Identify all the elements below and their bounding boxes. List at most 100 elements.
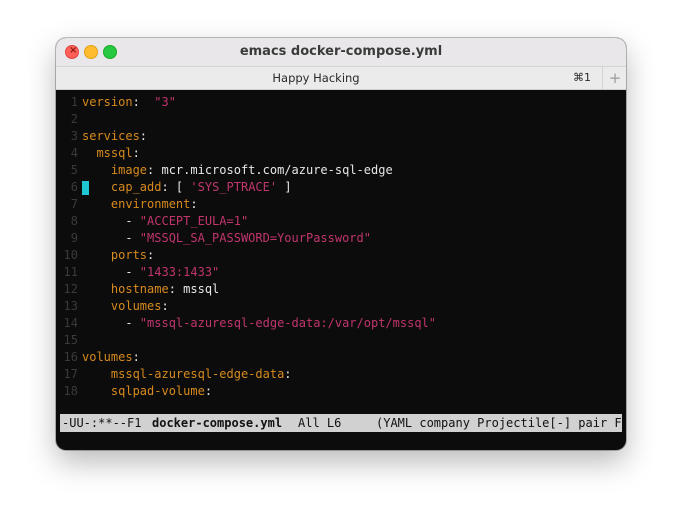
code-line[interactable]: 3 services:	[56, 128, 626, 145]
code-line[interactable]: 7 environment:	[56, 196, 626, 213]
line-number: 8	[70, 214, 78, 228]
code-line[interactable]: 17 mssql-azuresql-edge-data:	[56, 366, 626, 383]
code-line[interactable]: 5 image: mcr.microsoft.com/azure-sql-edg…	[56, 162, 626, 179]
yaml-text	[82, 163, 111, 177]
line-number: 12	[63, 282, 78, 296]
code-line[interactable]: 10 ports:	[56, 247, 626, 264]
yaml-text: :	[139, 129, 148, 143]
modeline-modes[interactable]: (YAML company Projectile[-] pair Fl	[376, 414, 622, 432]
line-number: 1	[70, 95, 78, 109]
yaml-key: cap_add	[110, 180, 162, 194]
code-line[interactable]: 13 volumes:	[56, 298, 626, 315]
code-line[interactable]: 12 hostname: mssql	[56, 281, 626, 298]
code-line[interactable]: 18 sqlpad-volume:	[56, 383, 626, 400]
code-line[interactable]: 2	[56, 111, 626, 128]
line-number: 2	[70, 112, 78, 126]
line-number: 11	[63, 265, 78, 279]
yaml-text	[82, 248, 111, 262]
modeline-buffer-name[interactable]: docker-compose.yml	[152, 414, 282, 432]
yaml-text	[82, 282, 111, 296]
code-text: services:	[82, 128, 147, 145]
yaml-string: "1433:1433"	[139, 265, 220, 279]
code-line[interactable]: 16 volumes:	[56, 349, 626, 366]
yaml-text: :	[161, 299, 169, 313]
tab-happy-hacking[interactable]: Happy Hacking	[56, 71, 576, 85]
line-number: 6	[70, 180, 78, 194]
yaml-string: 'SYS_PTRACE'	[190, 180, 278, 194]
line-number: 10	[63, 248, 78, 262]
code-text: environment:	[82, 196, 198, 213]
code-text: volumes:	[82, 349, 140, 366]
yaml-key: version	[82, 95, 133, 109]
line-number: 16	[63, 350, 78, 364]
yaml-text	[82, 180, 111, 194]
mode-line: -UU-:**--F1 docker-compose.yml All L6 (Y…	[60, 414, 622, 432]
modeline-position: All L6	[298, 416, 342, 430]
yaml-text: :	[204, 384, 213, 398]
yaml-text: : mcr.microsoft.com/azure-sql-edge	[147, 163, 393, 177]
code-text: - "ACCEPT_EULA=1"	[82, 213, 248, 230]
yaml-text: :	[190, 197, 198, 211]
yaml-key: image	[110, 163, 148, 177]
line-number: 3	[70, 129, 78, 143]
new-tab-button[interactable]: +	[602, 67, 626, 89]
code-line[interactable]: 1 version: "3"	[56, 94, 626, 111]
line-number: 17	[63, 367, 78, 381]
yaml-text: -	[82, 316, 140, 330]
code-line[interactable]: 8 - "ACCEPT_EULA=1"	[56, 213, 626, 230]
yaml-text: : mssql	[168, 282, 220, 296]
title-bar: × emacs docker-compose.yml	[56, 38, 626, 67]
code-line[interactable]: 14 - "mssql-azuresql-edge-data:/var/opt/…	[56, 315, 626, 332]
emacs-window: × emacs docker-compose.yml Happy Hacking…	[56, 38, 626, 450]
yaml-text	[82, 146, 96, 160]
yaml-string: "ACCEPT_EULA=1"	[139, 214, 249, 228]
code-text: - "1433:1433"	[82, 264, 219, 281]
yaml-text: ]	[277, 180, 292, 194]
yaml-text: :	[132, 95, 155, 109]
modeline-status: -UU-:**--F1	[62, 416, 142, 430]
code-text: mssql:	[82, 145, 140, 162]
yaml-text: -	[82, 231, 140, 245]
code-text: image: mcr.microsoft.com/azure-sql-edge	[82, 162, 393, 179]
line-number: 13	[63, 299, 78, 313]
yaml-key: mssql	[96, 146, 133, 160]
window-title: emacs docker-compose.yml	[239, 44, 443, 59]
yaml-text: : [	[161, 180, 191, 194]
code-text: cap_add: [ 'SYS_PTRACE' ]	[82, 179, 292, 196]
code-line[interactable]: 11 - "1433:1433"	[56, 264, 626, 281]
yaml-key: mssql-azuresql-edge-data	[110, 367, 285, 381]
code-line[interactable]: 4 mssql:	[56, 145, 626, 162]
yaml-key: hostname	[110, 282, 169, 296]
yaml-text: :	[132, 350, 140, 364]
code-text: sqlpad-volume:	[82, 383, 212, 400]
line-number: 7	[70, 197, 78, 211]
line-number: 14	[63, 316, 78, 330]
code-text: ports:	[82, 247, 154, 264]
code-line[interactable]: 15	[56, 332, 626, 349]
code-text: hostname: mssql	[82, 281, 219, 298]
code-line[interactable]: 6 cap_add: [ 'SYS_PTRACE' ]	[56, 179, 626, 196]
yaml-text: -	[82, 214, 140, 228]
line-number: 5	[70, 163, 78, 177]
yaml-string: "MSSQL_SA_PASSWORD=YourPassword"	[139, 231, 371, 245]
yaml-key: volumes	[110, 299, 162, 313]
yaml-string: "mssql-azuresql-edge-data:/var/opt/mssql…	[139, 316, 437, 330]
code-text: volumes:	[82, 298, 169, 315]
yaml-text: :	[132, 146, 140, 160]
code-line[interactable]: 9 - "MSSQL_SA_PASSWORD=YourPassword"	[56, 230, 626, 247]
yaml-key: sqlpad-volume	[110, 384, 205, 398]
yaml-text	[82, 384, 111, 398]
code-text: mssql-azuresql-edge-data:	[82, 366, 292, 383]
editor-buffer[interactable]: 1 version: "3" 2 3 services: 4 mssql: 5 image:…	[56, 90, 626, 410]
yaml-key: ports	[110, 248, 148, 262]
yaml-key: volumes	[82, 350, 133, 364]
yaml-key: environment	[110, 197, 191, 211]
tab-shortcut-label: ⌘1	[573, 71, 591, 84]
line-number: 9	[70, 231, 78, 245]
yaml-text: -	[82, 265, 140, 279]
line-number: 4	[70, 146, 78, 160]
yaml-text: :	[147, 248, 155, 262]
tab-bar: Happy Hacking ⌘1 +	[56, 67, 626, 90]
yaml-string: "3"	[154, 95, 176, 109]
line-number: 18	[63, 384, 78, 398]
